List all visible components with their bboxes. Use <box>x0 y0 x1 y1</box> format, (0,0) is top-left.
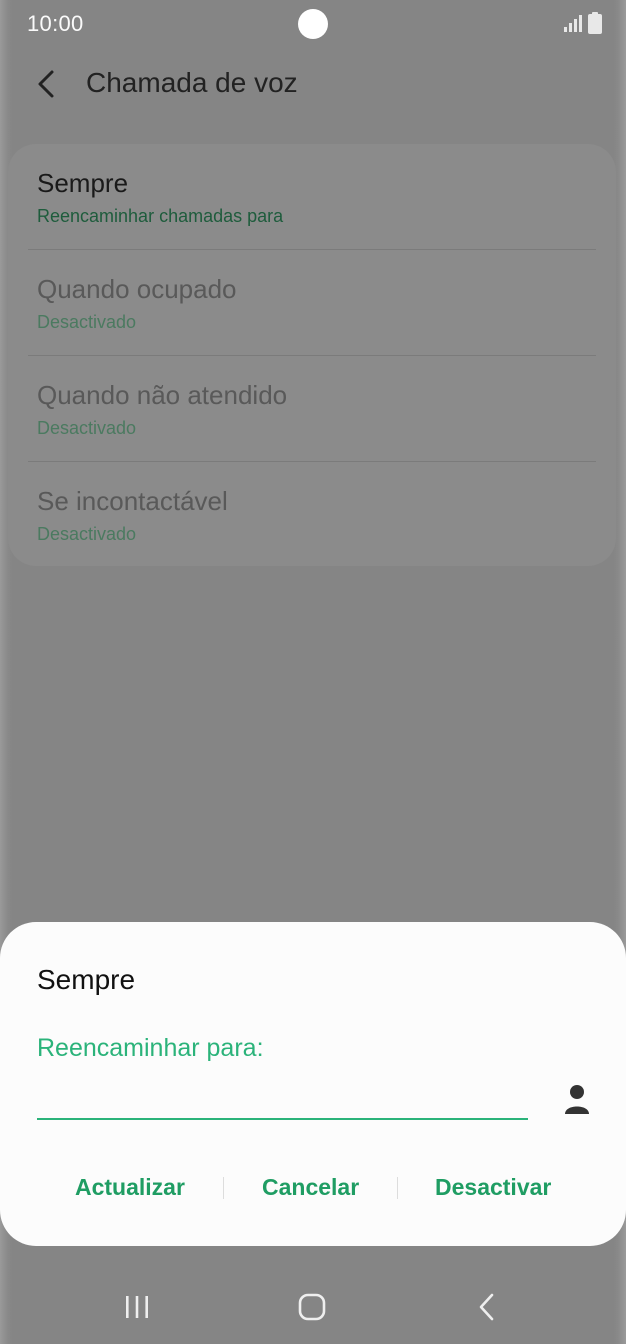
battery-icon <box>588 12 602 34</box>
option-title: Quando não atendido <box>37 380 288 410</box>
signal-icon <box>564 15 582 32</box>
button-separator <box>223 1177 224 1199</box>
app-bar: Chamada de voz <box>0 54 626 114</box>
option-subtitle: Desactivado <box>37 418 137 438</box>
disable-button[interactable]: Desactivar <box>435 1174 551 1201</box>
option-subtitle: Desactivado <box>37 524 137 544</box>
option-title: Sempre <box>37 168 129 198</box>
option-when-busy[interactable]: Quando ocupado Desactivado <box>37 250 605 356</box>
option-title: Se incontactável <box>37 486 228 516</box>
screen: 10:00 Chamada de voz Sempre Reencaminhar… <box>0 0 626 1344</box>
home-icon[interactable] <box>292 1290 332 1324</box>
update-button[interactable]: Actualizar <box>75 1174 185 1201</box>
option-subtitle: Desactivado <box>37 312 137 332</box>
option-subtitle: Reencaminhar chamadas para <box>37 206 284 226</box>
option-title: Quando ocupado <box>37 274 237 304</box>
navigation-bar <box>0 1270 626 1344</box>
forward-dialog: Sempre Reencaminhar para: Actualizar Can… <box>0 922 626 1246</box>
page-title: Chamada de voz <box>86 67 298 98</box>
status-time: 10:00 <box>27 11 84 36</box>
camera-cutout-icon <box>298 9 328 39</box>
chevron-left-icon[interactable] <box>30 64 66 104</box>
option-when-unanswered[interactable]: Quando não atendido Desactivado <box>37 356 605 462</box>
button-separator <box>397 1177 398 1199</box>
option-always[interactable]: Sempre Reencaminhar chamadas para <box>37 144 605 250</box>
forward-number-input[interactable] <box>37 1072 528 1120</box>
person-icon[interactable] <box>562 1082 592 1118</box>
status-bar: 10:00 <box>0 0 626 48</box>
option-when-unreachable[interactable]: Se incontactável Desactivado <box>37 462 605 568</box>
dialog-title: Sempre <box>37 964 136 995</box>
forwarding-options-list: Sempre Reencaminhar chamadas para Quando… <box>8 144 616 566</box>
cancel-button[interactable]: Cancelar <box>262 1174 359 1201</box>
recents-icon[interactable] <box>117 1290 157 1324</box>
back-icon[interactable] <box>467 1290 507 1324</box>
forward-to-label: Reencaminhar para: <box>37 1034 264 1062</box>
